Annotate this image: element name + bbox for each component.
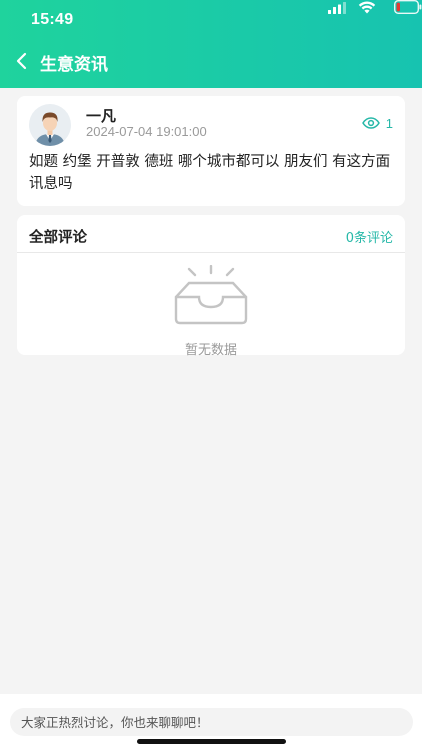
comments-section: 全部评论 0条评论 暂无数据 <box>17 215 405 358</box>
author-avatar[interactable] <box>29 104 71 146</box>
empty-state-text: 暂无数据 <box>184 343 237 358</box>
cellular-signal-icon <box>328 2 346 14</box>
wifi-icon <box>358 1 376 14</box>
post-timestamp: 2024-07-04 19:01:00 <box>86 124 207 139</box>
avatar-person-icon <box>29 104 71 146</box>
navigation-bar: 生意资讯 <box>0 42 422 82</box>
post-card: 一凡 2024-07-04 19:01:00 1 如题 约堡 开普敦 德班 哪个… <box>17 96 405 206</box>
comment-input[interactable] <box>10 708 413 736</box>
comments-title: 全部评论 <box>29 230 87 246</box>
battery-low-icon <box>394 0 422 14</box>
eye-icon <box>361 117 380 129</box>
post-content: 如题 约堡 开普敦 德班 哪个城市都可以 朋友们 有这方面讯息吗 <box>29 154 391 192</box>
comments-divider <box>17 252 405 253</box>
app-header: 15:49 生意资讯 <box>0 0 422 88</box>
back-arrow-icon[interactable] <box>14 52 30 70</box>
home-indicator <box>137 739 286 744</box>
page-title: 生意资讯 <box>40 55 108 75</box>
comments-count: 0条评论 <box>345 231 393 246</box>
author-name[interactable]: 一凡 <box>86 105 116 126</box>
empty-inbox-icon <box>174 265 248 325</box>
status-bar: 15:49 <box>0 0 422 42</box>
view-count: 1 <box>361 115 393 131</box>
status-time: 15:49 <box>31 11 74 28</box>
view-count-value: 1 <box>385 115 393 131</box>
